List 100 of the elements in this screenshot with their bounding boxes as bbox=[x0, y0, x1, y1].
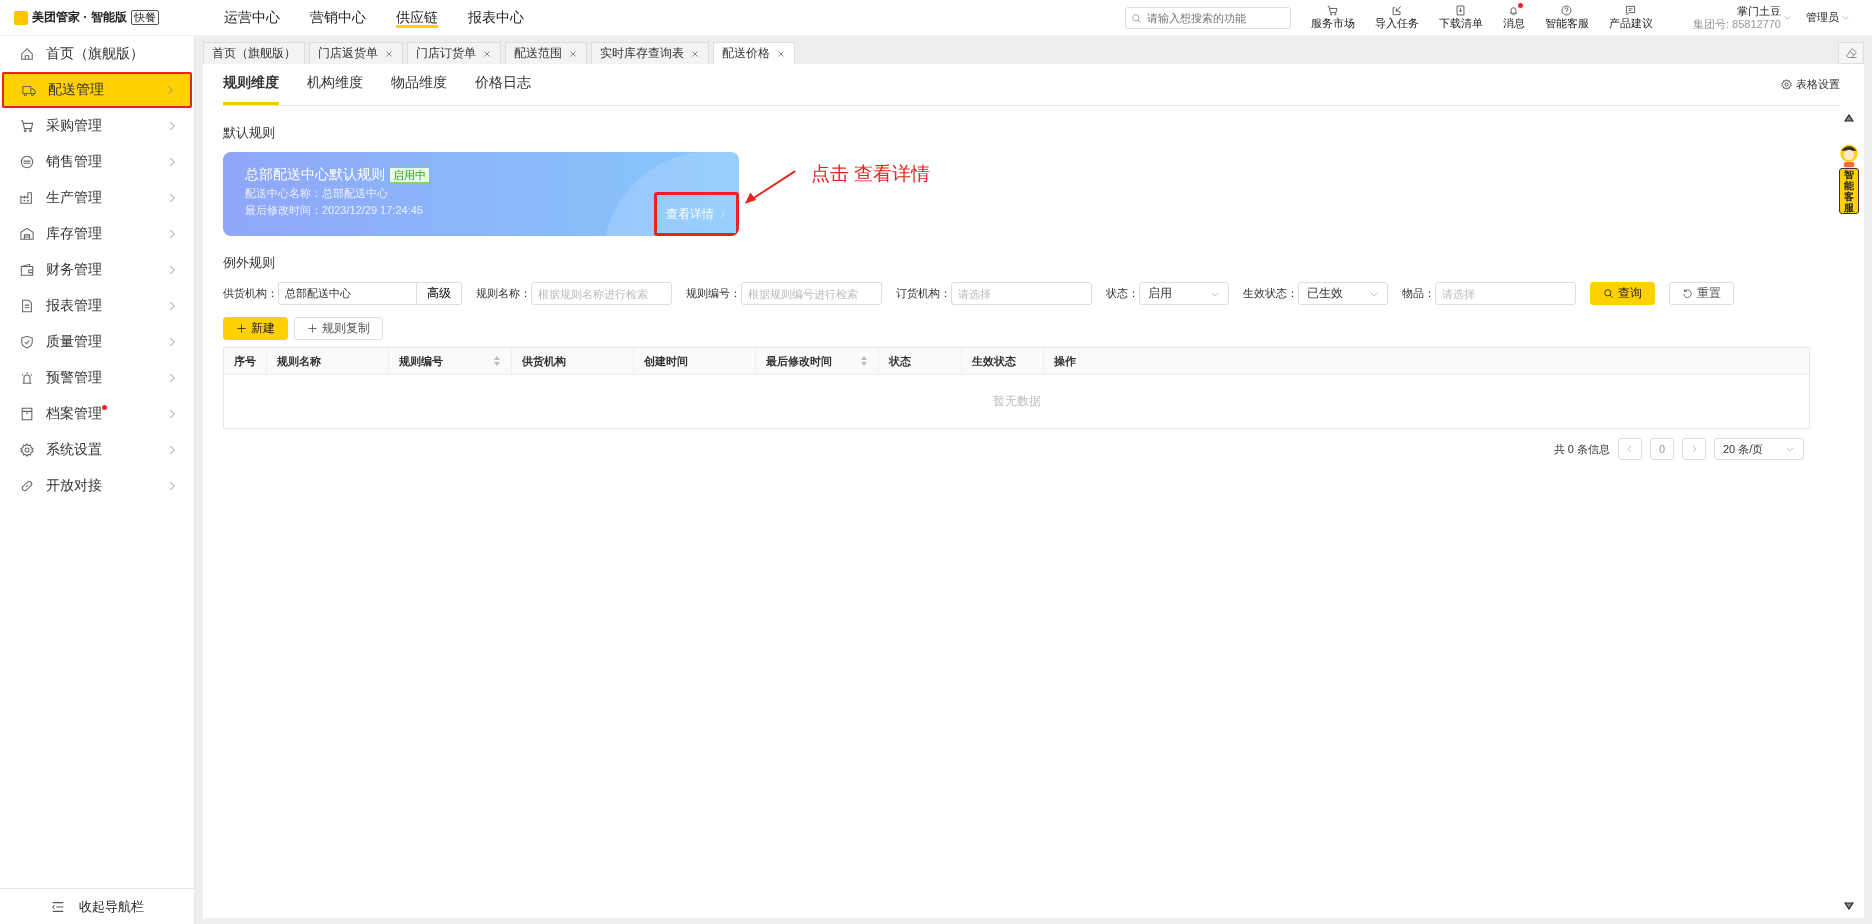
cart-icon bbox=[1327, 4, 1339, 16]
scroll-up-icon[interactable] bbox=[1844, 114, 1854, 122]
column-header: 状态 bbox=[879, 348, 962, 374]
sidebar-item[interactable]: 报表管理 bbox=[0, 288, 194, 324]
page-size-select[interactable]: 20 条/页 bbox=[1714, 438, 1804, 460]
chevron-icon bbox=[1689, 444, 1699, 454]
sort-icon[interactable] bbox=[860, 355, 868, 367]
field-label: 状态： bbox=[1106, 286, 1139, 301]
cart-icon bbox=[20, 119, 34, 133]
column-header: 操作 bbox=[1053, 353, 1077, 369]
sidebar-item[interactable]: 生产管理 bbox=[0, 180, 194, 216]
document-icon bbox=[20, 299, 34, 313]
nav-tab[interactable]: 运营中心 bbox=[224, 4, 280, 31]
role-menu[interactable]: 管理员 bbox=[1806, 10, 1839, 25]
scroll-down-icon[interactable] bbox=[1844, 902, 1854, 910]
query-button[interactable]: 查询 bbox=[1590, 282, 1655, 305]
wallet-icon bbox=[20, 263, 34, 277]
sidebar-item[interactable]: 开放对接 bbox=[0, 468, 194, 504]
column-header[interactable]: 规则编号 bbox=[389, 348, 512, 374]
search-field[interactable]: 请输入想搜索的功能 bbox=[1124, 6, 1291, 29]
plus-icon bbox=[236, 323, 247, 334]
column-header: 生效状态 bbox=[962, 348, 1044, 374]
home-icon bbox=[20, 47, 34, 61]
notification-dot bbox=[102, 405, 107, 410]
nav-tab[interactable]: 营销中心 bbox=[310, 4, 366, 31]
sidebar-item[interactable]: 销售管理 bbox=[0, 144, 194, 180]
close-icon[interactable] bbox=[690, 48, 700, 59]
edit-icon bbox=[1391, 4, 1403, 16]
chat-icon bbox=[1625, 4, 1637, 16]
toolbar-button[interactable]: 智能客服 bbox=[1544, 4, 1589, 31]
input-field[interactable]: 请选择 bbox=[1435, 282, 1576, 305]
eraser-icon[interactable] bbox=[1838, 42, 1864, 64]
reset-button[interactable]: 重置 bbox=[1669, 282, 1734, 305]
close-icon[interactable] bbox=[482, 48, 492, 59]
select-field[interactable]: 已生效 bbox=[1298, 282, 1388, 305]
advanced-button[interactable]: 高级 bbox=[417, 282, 462, 305]
rule-title: 总部配送中心默认规则 bbox=[245, 166, 385, 184]
modified-time: 最后修改时间：2023/12/29 17:24:45 bbox=[245, 203, 424, 218]
close-icon[interactable] bbox=[384, 48, 394, 59]
sort-icon[interactable] bbox=[493, 355, 501, 367]
collapse-button[interactable]: 收起导航栏 bbox=[0, 888, 194, 924]
page-tab[interactable]: 实时库存查询表 bbox=[591, 42, 709, 64]
sidebar-item[interactable]: 库存管理 bbox=[0, 216, 194, 252]
select-field[interactable]: 启用 bbox=[1139, 282, 1229, 305]
alarm-icon bbox=[20, 371, 34, 385]
tab[interactable]: 机构维度 bbox=[307, 64, 363, 105]
close-icon[interactable] bbox=[776, 48, 786, 59]
page-tab[interactable]: 首页（旗舰版） bbox=[203, 42, 305, 64]
help-icon bbox=[1561, 4, 1573, 16]
column-header: 创建时间 bbox=[634, 348, 756, 374]
copy-rule-button[interactable]: 规则复制 bbox=[294, 317, 383, 340]
sidebar-item[interactable]: 质量管理 bbox=[0, 324, 194, 360]
shield-icon bbox=[20, 335, 34, 349]
settings-icon bbox=[20, 443, 34, 457]
account-name[interactable]: 掌门土豆 bbox=[1737, 4, 1781, 18]
sidebar-item[interactable]: 采购管理 bbox=[0, 108, 194, 144]
input-field[interactable]: 总部配送中心 bbox=[278, 282, 417, 305]
nav-tab[interactable]: 报表中心 bbox=[468, 4, 524, 31]
factory-icon bbox=[20, 191, 34, 205]
field-label: 物品： bbox=[1402, 286, 1435, 301]
sidebar-item[interactable]: 财务管理 bbox=[0, 252, 194, 288]
toolbar-button[interactable]: 下载清单 bbox=[1438, 4, 1483, 31]
tab[interactable]: 物品维度 bbox=[391, 64, 447, 105]
column-header[interactable]: 最后修改时间 bbox=[756, 348, 879, 374]
chevron-icon bbox=[1625, 444, 1635, 454]
toolbar-button[interactable]: 产品建议 bbox=[1608, 4, 1653, 31]
toolbar-button[interactable]: 消息 bbox=[1502, 4, 1525, 31]
search-icon bbox=[1603, 288, 1614, 299]
reset-icon bbox=[1682, 288, 1693, 299]
bell-icon bbox=[1508, 4, 1520, 16]
sidebar-item[interactable]: 档案管理 bbox=[0, 396, 194, 432]
input-field[interactable]: 根据规则名称进行检索 bbox=[531, 282, 672, 305]
settings-icon bbox=[1781, 79, 1792, 90]
field-label: 供货机构： bbox=[223, 286, 278, 301]
group-number: 集团号: 85812770 bbox=[1692, 17, 1781, 31]
tab[interactable]: 规则维度 bbox=[223, 64, 279, 105]
page-tab[interactable]: 配送范围 bbox=[505, 42, 587, 64]
table-settings-button[interactable]: 表格设置 bbox=[1781, 64, 1840, 105]
sidebar-item[interactable]: 预警管理 bbox=[0, 360, 194, 396]
field-label: 订货机构： bbox=[896, 286, 951, 301]
toolbar-button[interactable]: 服务市场 bbox=[1310, 4, 1355, 31]
close-icon[interactable] bbox=[568, 48, 578, 59]
field-label: 规则编号： bbox=[686, 286, 741, 301]
page-tab[interactable]: 配送价格 bbox=[713, 42, 795, 64]
assistant-button[interactable]: 智能客服 bbox=[1835, 142, 1863, 214]
page-tab[interactable]: 门店订货单 bbox=[407, 42, 501, 64]
sidebar-item[interactable]: 配送管理 bbox=[2, 72, 192, 108]
link-icon bbox=[20, 479, 34, 493]
archive-icon bbox=[20, 407, 34, 421]
toolbar-button[interactable]: 导入任务 bbox=[1374, 4, 1419, 31]
column-header: 供货机构 bbox=[512, 348, 634, 374]
page-tab[interactable]: 门店返货单 bbox=[309, 42, 403, 64]
field-label: 规则名称： bbox=[476, 286, 531, 301]
sidebar-item[interactable]: 系统设置 bbox=[0, 432, 194, 468]
sidebar-item[interactable]: 首页（旗舰版） bbox=[0, 36, 194, 72]
total-count: 共 0 条信息 bbox=[1553, 441, 1610, 457]
input-field[interactable]: 请选择 bbox=[951, 282, 1092, 305]
tab[interactable]: 价格日志 bbox=[475, 64, 531, 105]
section-heading: 默认规则 bbox=[223, 124, 276, 142]
new-button[interactable]: 新建 bbox=[223, 317, 288, 340]
